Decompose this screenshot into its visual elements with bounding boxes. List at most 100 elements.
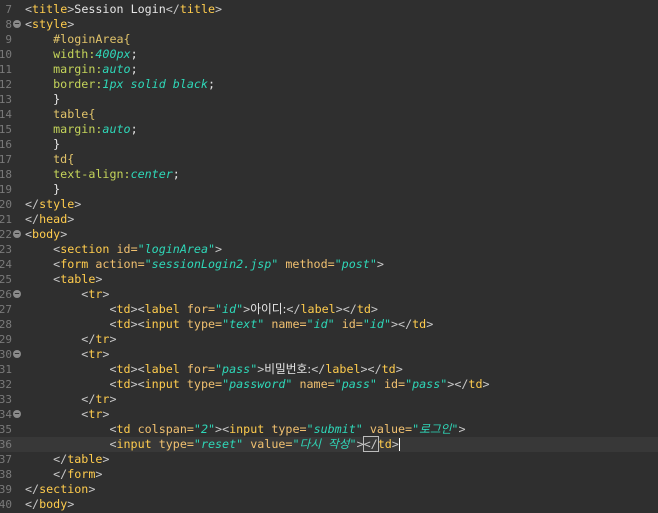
code-editor[interactable]: 7<title>Session Login</title>8<style>9 #… <box>0 0 658 513</box>
line-number: 19 <box>0 183 12 196</box>
line-number: 13 <box>0 93 12 106</box>
code-token: name= <box>264 317 307 331</box>
fold-toggle-icon[interactable] <box>13 20 21 28</box>
code-line[interactable]: 40 </body> <box>0 497 658 512</box>
code-line[interactable]: 32 <td><input type="password" name="pass… <box>0 377 658 392</box>
code-line[interactable]: 11 margin:auto; <box>0 62 658 77</box>
code-text: <td><label for="pass">비밀번호:</label></td> <box>25 362 403 377</box>
code-token: td <box>381 362 396 376</box>
code-text: <section id="loginArea"> <box>25 242 222 257</box>
code-line[interactable]: 7 <title>Session Login</title> <box>0 2 658 17</box>
code-token: title <box>179 2 216 16</box>
code-token: table <box>60 272 96 286</box>
code-token: label <box>300 302 336 316</box>
code-token: </ <box>25 392 96 406</box>
code-line[interactable]: 28 <td><input type="text" name="id" id="… <box>0 317 658 332</box>
code-text: </tr> <box>25 332 116 347</box>
code-line[interactable]: 38 </form> <box>0 467 658 482</box>
code-token: > <box>395 362 403 376</box>
code-text: </form> <box>25 467 102 482</box>
line-number: 29 <box>0 333 12 346</box>
code-line[interactable]: 33 </tr> <box>0 392 658 407</box>
code-token: > <box>102 407 110 421</box>
line-number: 8 <box>5 18 12 31</box>
line-number: 22 <box>0 228 12 241</box>
code-token: ; <box>130 47 138 61</box>
code-token: section <box>60 242 110 256</box>
code-token: > <box>109 392 117 406</box>
line-number: 20 <box>0 198 12 211</box>
code-line[interactable]: 9 #loginArea{ <box>0 32 658 47</box>
code-token: ; <box>130 62 138 76</box>
line-number: 34 <box>0 408 12 421</box>
code-line[interactable]: 35 <td colspan="2"><input type="submit" … <box>0 422 658 437</box>
code-line[interactable]: 27 <td><label for="id">아이디:</label></td> <box>0 302 658 317</box>
line-number: 16 <box>0 138 12 151</box>
code-text: <td colspan="2"><input type="submit" val… <box>25 422 465 437</box>
code-token: ; <box>130 122 138 136</box>
code-line[interactable]: 29 </tr> <box>0 332 658 347</box>
code-token: >< <box>130 377 145 391</box>
code-token: id= <box>334 317 363 331</box>
code-line[interactable]: 36 <input type="reset" value="다시 작성"></t… <box>0 436 658 452</box>
line-number: 10 <box>0 48 12 61</box>
code-line[interactable]: 22 <body> <box>0 227 658 242</box>
fold-toggle-icon[interactable] <box>13 350 21 358</box>
code-line[interactable]: 16 } <box>0 137 658 152</box>
fold-toggle-icon[interactable] <box>13 290 21 298</box>
code-token: form <box>67 467 96 481</box>
fold-toggle-icon[interactable] <box>13 410 21 418</box>
code-text: <input type="reset" value="다시 작성"></td> <box>25 436 400 452</box>
code-line[interactable]: 39 </section> <box>0 482 658 497</box>
code-token: id= <box>109 242 138 256</box>
code-token: < <box>25 407 89 421</box>
code-line[interactable]: 12 border:1px solid black; <box>0 77 658 92</box>
code-line[interactable]: 14 table{ <box>0 107 658 122</box>
fold-toggle-icon[interactable] <box>13 230 21 238</box>
code-token: </ <box>165 2 180 16</box>
code-line[interactable]: 25 <table> <box>0 272 658 287</box>
code-token: for= <box>179 362 216 376</box>
code-line[interactable]: 30 <tr> <box>0 347 658 362</box>
line-number: 30 <box>0 348 12 361</box>
code-token: label <box>144 362 180 376</box>
code-line[interactable]: 17 td{ <box>0 152 658 167</box>
code-token: > <box>215 2 223 16</box>
code-text: <tr> <box>25 287 109 302</box>
code-line[interactable]: 23 <section id="loginArea"> <box>0 242 658 257</box>
code-token: > <box>102 452 110 466</box>
code-token: "reset" <box>193 437 244 451</box>
line-number: 9 <box>5 33 12 46</box>
code-line[interactable]: 18 text-align:center; <box>0 167 658 182</box>
code-token: </ <box>25 497 40 511</box>
code-line[interactable]: 24 <form action="sessionLogin2.jsp" meth… <box>0 257 658 272</box>
code-line[interactable]: 13 } <box>0 92 658 107</box>
line-number: 40 <box>0 498 12 511</box>
code-token: > <box>60 227 68 241</box>
code-token: "password" <box>222 377 293 391</box>
code-line[interactable]: 37 </table> <box>0 452 658 467</box>
code-token: < <box>25 377 117 391</box>
code-token: "submit" <box>306 422 363 436</box>
code-token: </ <box>25 467 68 481</box>
code-line[interactable]: 19 } <box>0 182 658 197</box>
code-line[interactable]: 34 <tr> <box>0 407 658 422</box>
code-token: label <box>325 362 361 376</box>
code-token: < <box>25 2 33 16</box>
line-number: 31 <box>0 363 12 376</box>
code-token: "text" <box>222 317 265 331</box>
code-token: } <box>25 182 61 196</box>
code-token: label <box>144 302 180 316</box>
code-line[interactable]: 8 <style> <box>0 17 658 32</box>
code-line[interactable]: 26 <tr> <box>0 287 658 302</box>
code-line[interactable]: 10 width:400px; <box>0 47 658 62</box>
code-line[interactable]: 21 </head> <box>0 212 658 227</box>
code-line[interactable]: 20 </style> <box>0 197 658 212</box>
code-line[interactable]: 31 <td><label for="pass">비밀번호:</label></… <box>0 362 658 377</box>
code-token: > <box>458 422 466 436</box>
code-area[interactable]: 7<title>Session Login</title>8<style>9 #… <box>0 2 658 512</box>
code-token: td <box>412 317 427 331</box>
line-number: 15 <box>0 123 12 136</box>
code-line[interactable]: 15 margin:auto; <box>0 122 658 137</box>
code-text: </style> <box>25 197 81 212</box>
